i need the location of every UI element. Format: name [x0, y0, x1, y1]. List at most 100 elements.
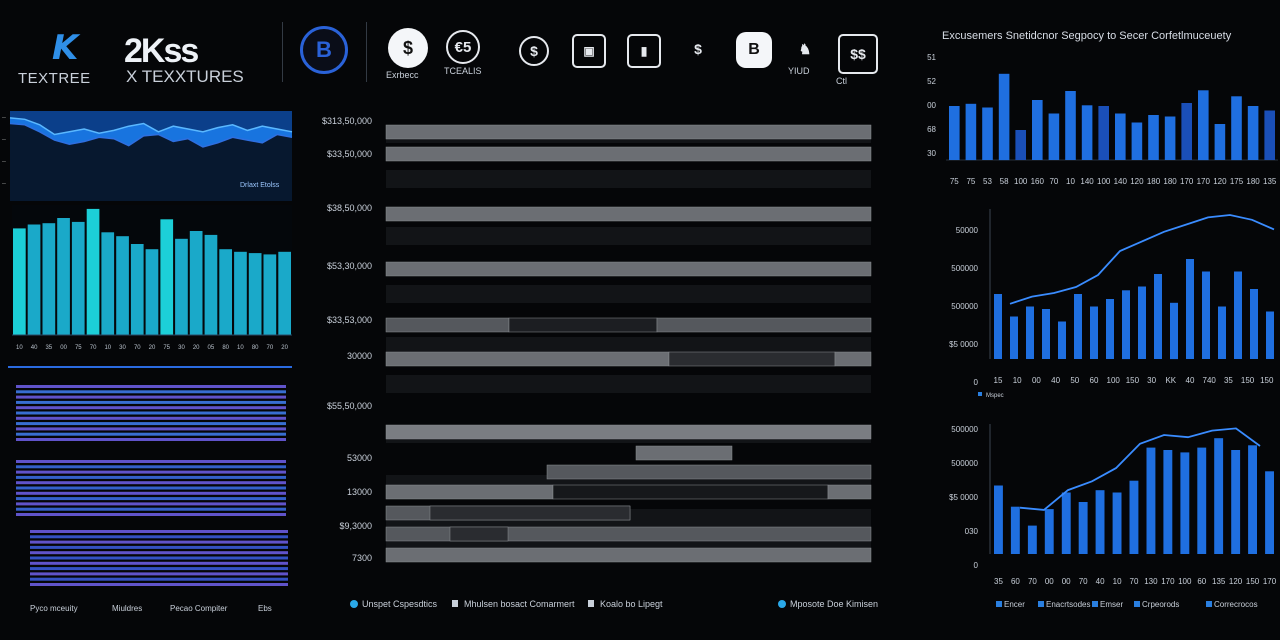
gantt-bar	[508, 317, 658, 333]
bitcoin-square-icon[interactable]: B	[736, 32, 772, 68]
mid-xtick: 10	[1013, 376, 1022, 385]
bot-bar-mark	[1146, 447, 1156, 554]
gantt-bar	[827, 484, 872, 500]
currency-c-icon[interactable]: €5	[446, 30, 480, 64]
dollar-circle-icon[interactable]: $	[519, 36, 549, 66]
bar-xtick: 80	[252, 345, 259, 351]
gantt-bar	[385, 206, 872, 222]
bar-mark	[219, 249, 232, 335]
top-ytick: 51	[927, 53, 936, 62]
mid-bar-mark	[1234, 271, 1242, 359]
gantt-legend-dot	[778, 600, 786, 608]
bar-xtick: 70	[134, 345, 141, 351]
mid-bar-mark	[1266, 311, 1274, 359]
gantt-legend-item: Koalo bo Lipegt	[600, 599, 663, 609]
gantt-legend-dot	[350, 600, 358, 608]
gantt-bar	[449, 526, 509, 542]
bar-xtick: 80	[222, 345, 229, 351]
stripe-band	[16, 491, 286, 495]
dollar-stack-icon[interactable]: $	[683, 34, 713, 64]
bot-bar-mark	[1180, 452, 1190, 554]
top-bar-mark	[1148, 115, 1159, 160]
gantt-row-label: $53,30,000	[327, 261, 372, 271]
bag-icon[interactable]: ▣	[572, 34, 606, 68]
bot-legend-swatch	[1206, 601, 1212, 607]
gantt-bar	[385, 261, 872, 277]
top-xtick: 75	[966, 177, 975, 186]
stripe-band	[16, 475, 286, 479]
top-xtick: 100	[1097, 177, 1111, 186]
bar-mark	[248, 253, 262, 335]
stripe-band	[16, 507, 286, 511]
gantt-row-label: $33,53,000	[327, 315, 372, 325]
mid-bar-mark	[1154, 274, 1162, 359]
top-bar-mark	[1015, 130, 1026, 160]
bot-legend-item: Emser	[1100, 600, 1123, 609]
gantt-bar	[546, 464, 872, 480]
bar-xtick: 35	[45, 345, 52, 351]
mid-legend-swatch	[978, 392, 982, 396]
mid-legend-item: Mspec	[986, 393, 1004, 399]
stripe-band	[30, 577, 288, 581]
top-bar-mark	[998, 73, 1010, 161]
bot-xtick: 120	[1229, 577, 1243, 586]
bar-mark	[263, 254, 277, 335]
stripe-band	[16, 502, 286, 506]
gantt-legend-item: Mposote Doe Kimisen	[790, 599, 878, 609]
stripe-band	[30, 556, 288, 560]
bitcoin-b-icon[interactable]: B	[300, 26, 348, 74]
top-bar-mark	[1065, 91, 1076, 160]
area-ytick: –	[2, 136, 6, 143]
bot-xtick: 100	[1178, 577, 1192, 586]
stripe-legend-item: Pecao Compiter	[170, 604, 228, 613]
bot-legend-swatch	[1038, 601, 1044, 607]
bot-xtick: 00	[1062, 577, 1071, 586]
brand-name: 2Kss	[124, 32, 199, 70]
bot-xtick: 170	[1161, 577, 1175, 586]
mid-xtick: 150	[1241, 376, 1255, 385]
mid-ytick: 0	[974, 378, 979, 387]
gantt-row-label: 13000	[347, 487, 372, 497]
gantt-row-label: 30000	[347, 351, 372, 361]
mid-bar-mark	[1042, 309, 1050, 359]
bot-bar-mark	[1129, 480, 1139, 554]
area-ytick: –	[2, 180, 6, 187]
bot-bar-mark	[1214, 438, 1224, 554]
dollar-coin-icon[interactable]: $	[388, 28, 428, 68]
stripe-band	[16, 470, 286, 474]
wallet-icon[interactable]: ▮	[627, 34, 661, 68]
top-xtick: 180	[1246, 177, 1260, 186]
mid-xtick: 740	[1203, 376, 1217, 385]
bot-legend-swatch	[1134, 601, 1140, 607]
bot-bar-mark	[1163, 450, 1173, 554]
header-divider	[282, 22, 283, 82]
cash-icon[interactable]: $$	[838, 34, 878, 74]
gantt-row-bg	[386, 170, 871, 188]
bar-mark	[145, 249, 159, 335]
bar-xtick: 20	[149, 345, 156, 351]
stripe-band	[30, 583, 288, 586]
top-bar-mark	[1214, 124, 1226, 160]
gantt-row-label: $33,50,000	[327, 149, 372, 159]
mid-xtick: 150	[1260, 376, 1274, 385]
gantt-bar	[834, 351, 872, 367]
bot-xtick: 70	[1028, 577, 1037, 586]
bot-xtick: 60	[1011, 577, 1020, 586]
bar-mark	[42, 223, 56, 335]
stripe-band	[16, 481, 286, 485]
bar-mark	[278, 251, 291, 335]
top-xtick: 170	[1197, 177, 1211, 186]
bot-xtick: 130	[1144, 577, 1158, 586]
gantt-bar	[385, 146, 872, 162]
top-ytick: 52	[927, 77, 936, 86]
mid-xtick: 40	[1051, 376, 1060, 385]
bot-bar-mark	[1231, 450, 1241, 554]
gantt-bar	[552, 484, 829, 500]
top-xtick: 120	[1213, 177, 1227, 186]
gantt-bar	[385, 317, 510, 333]
bot-bar-mark	[1248, 445, 1257, 554]
bot-ytick: 030	[965, 527, 979, 536]
mid-xtick: KK	[1165, 376, 1176, 385]
chess-icon[interactable]: ♞	[790, 34, 820, 64]
bot-bar-mark	[1078, 502, 1088, 554]
